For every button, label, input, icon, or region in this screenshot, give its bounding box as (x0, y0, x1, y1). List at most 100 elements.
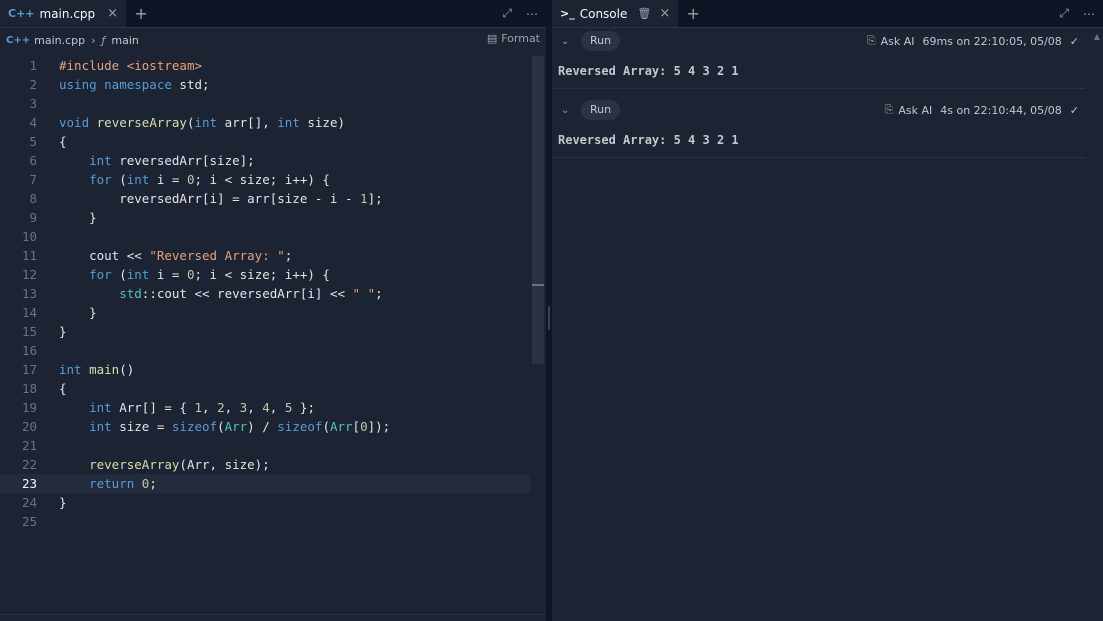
line-number: 19 (21, 400, 37, 415)
ask-ai-button[interactable]: Ask AI (898, 104, 932, 117)
code-line[interactable]: 25 (0, 512, 530, 531)
code-line[interactable]: 15} (0, 322, 530, 341)
ask-ai-icon: ⎘ (884, 103, 894, 116)
code-text[interactable]: { (59, 379, 67, 398)
code-text[interactable]: reverseArray(Arr, size); (59, 455, 270, 474)
code-text[interactable]: reversedArr[i] = arr[size - i - 1]; (59, 189, 382, 208)
code-line[interactable]: 8 reversedArr[i] = arr[size - i - 1]; (0, 189, 530, 208)
add-tab-button[interactable]: + (684, 4, 702, 23)
code-text[interactable]: for (int i = 0; i < size; i++) { (59, 170, 330, 189)
chevron-down-icon[interactable]: ⌄ (561, 36, 569, 47)
expand-icon[interactable]: ⤢ (1059, 6, 1069, 21)
run-timing: 69ms on 22:10:05, 05/08 (922, 34, 1062, 48)
scroll-up-icon[interactable]: ▲ (1094, 32, 1100, 41)
console-output: Reversed Array: 5 4 3 2 1 (558, 64, 739, 78)
code-text[interactable]: } (59, 303, 97, 322)
code-text[interactable]: void reverseArray(int arr[], int size) (59, 113, 345, 132)
run-timing: 4s on 22:10:44, 05/08 (940, 103, 1062, 117)
breadcrumb-symbol[interactable]: main (111, 34, 138, 47)
chevron-down-icon[interactable]: ⌄ (561, 105, 569, 116)
code-line[interactable]: 22 reverseArray(Arr, size); (0, 455, 530, 474)
line-number: 11 (21, 248, 37, 263)
line-number: 4 (29, 115, 37, 130)
run-entry: ⌄ Run ⎘ Ask AI 4s on 22:10:44, 05/08 ✓ R… (552, 97, 1085, 158)
ask-ai-icon: ⎘ (866, 34, 876, 47)
check-icon: ✓ (1069, 103, 1079, 117)
line-number: 3 (29, 96, 37, 111)
tab-label: Console (579, 6, 628, 21)
code-line[interactable]: 16 (0, 341, 530, 360)
code-line[interactable]: 2 using namespace std; (0, 75, 530, 94)
code-text[interactable]: int reversedArr[size]; (59, 151, 255, 170)
tab-console[interactable]: >_ Console 🗑 × (552, 0, 679, 27)
code-text[interactable]: return 0; (59, 474, 157, 493)
run-button[interactable]: Run (581, 100, 621, 120)
code-line[interactable]: 12 for (int i = 0; i < size; i++) { (0, 265, 530, 284)
code-line[interactable]: 24} (0, 493, 530, 512)
line-number: 5 (29, 134, 37, 149)
code-line[interactable]: 9 } (0, 208, 530, 227)
console-scrollbar[interactable] (1089, 28, 1103, 621)
tab-main-cpp[interactable]: C++ main.cpp × (0, 0, 127, 27)
console-tabbar: >_ Console 🗑 × + ⤢ ⋯ (552, 0, 1103, 28)
run-header: ⌄ Run ⎘ Ask AI 4s on 22:10:44, 05/08 ✓ (552, 97, 1085, 123)
code-text[interactable]: int Arr[] = { 1, 2, 3, 4, 5 }; (59, 398, 315, 417)
format-button[interactable]: ▤ Format (487, 32, 540, 45)
clear-console-icon[interactable]: 🗑 (637, 7, 651, 20)
run-entry: ⌄ Run ⎘ Ask AI 69ms on 22:10:05, 05/08 ✓… (552, 28, 1085, 89)
code-line[interactable]: 10 (0, 227, 530, 246)
code-line[interactable]: 19 int Arr[] = { 1, 2, 3, 4, 5 }; (0, 398, 530, 417)
code-text[interactable]: #include <iostream> (59, 56, 202, 75)
code-text[interactable]: int main() (59, 360, 134, 379)
code-line[interactable]: 5{ (0, 132, 530, 151)
code-text[interactable]: } (59, 322, 67, 341)
code-text[interactable]: } (59, 208, 97, 227)
line-number: 21 (21, 438, 37, 453)
code-line[interactable]: 14 } (0, 303, 530, 322)
code-text[interactable]: std::cout << reversedArr[i] << " "; (59, 284, 382, 303)
format-icon: ▤ (486, 32, 498, 45)
code-text[interactable]: int size = sizeof(Arr) / sizeof(Arr[0]); (59, 417, 390, 436)
chevron-right-icon: › (91, 33, 96, 47)
code-line[interactable]: 4 void reverseArray(int arr[], int size) (0, 113, 530, 132)
line-number: 24 (21, 495, 37, 510)
function-icon: ƒ (101, 33, 106, 47)
code-line[interactable]: 13 std::cout << reversedArr[i] << " "; (0, 284, 530, 303)
run-button[interactable]: Run (581, 31, 621, 51)
expand-icon[interactable]: ⤢ (502, 6, 512, 21)
cpp-file-icon: C++ (6, 34, 31, 46)
terminal-icon: >_ (560, 7, 575, 20)
code-line[interactable]: 7 for (int i = 0; i < size; i++) { (0, 170, 530, 189)
breadcrumb-file[interactable]: main.cpp (34, 34, 85, 47)
code-text[interactable]: { (59, 132, 67, 151)
breadcrumb: C++ main.cpp › ƒ main ▤ Format (0, 28, 546, 52)
ask-ai-button[interactable]: Ask AI (881, 35, 915, 48)
add-tab-button[interactable]: + (132, 4, 150, 23)
line-number: 20 (21, 419, 37, 434)
line-number: 15 (21, 324, 37, 339)
code-text[interactable]: for (int i = 0; i < size; i++) { (59, 265, 330, 284)
line-number: 13 (21, 286, 37, 301)
code-text[interactable]: } (59, 493, 67, 512)
code-line[interactable]: 17 int main() (0, 360, 530, 379)
more-options-icon[interactable]: ⋯ (1083, 7, 1095, 21)
code-editor[interactable]: 1 #include <iostream> 2 using namespace std… (0, 56, 530, 531)
editor-scrollbar[interactable] (532, 56, 544, 364)
code-line[interactable]: 20 int size = sizeof(Arr) / sizeof(Arr[0… (0, 417, 530, 436)
code-line[interactable]: 3 (0, 94, 530, 113)
code-text[interactable]: cout << "Reversed Array: "; (59, 246, 292, 265)
editor-horizontal-scrollbar[interactable] (0, 614, 546, 621)
line-number: 25 (21, 514, 37, 529)
code-line[interactable]: 6 int reversedArr[size]; (0, 151, 530, 170)
code-line[interactable]: 11 cout << "Reversed Array: "; (0, 246, 530, 265)
close-tab-icon[interactable]: × (659, 6, 670, 21)
line-number: 23 (21, 476, 37, 491)
more-options-icon[interactable]: ⋯ (526, 7, 538, 21)
code-line[interactable]: 23 return 0; (0, 474, 530, 493)
close-tab-icon[interactable]: × (107, 6, 118, 21)
code-text[interactable]: using namespace std; (59, 75, 210, 94)
code-line[interactable]: 18 { (0, 379, 530, 398)
code-line[interactable]: 21 (0, 436, 530, 455)
format-label: Format (501, 32, 540, 45)
code-line[interactable]: 1 #include <iostream> (0, 56, 530, 75)
